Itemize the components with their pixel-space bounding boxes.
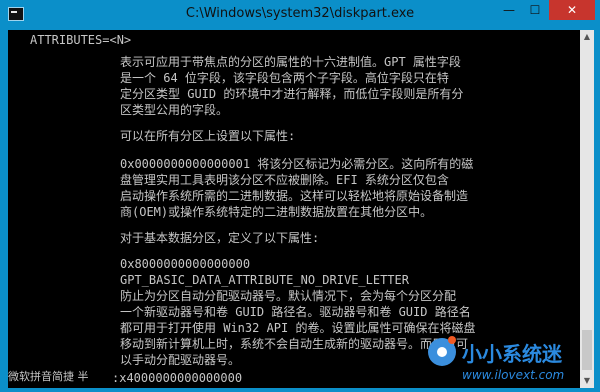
scroll-down-icon[interactable]: ▼ (580, 374, 594, 388)
console-line: 商(OEM)或操作系统特定的二进制数据放置在其他分区中。 (120, 205, 433, 219)
watermark-logo: 小小系统迷 www.ilovext.com (420, 336, 578, 388)
logo-icon (428, 336, 456, 366)
console-line: 一个新驱动器号和卷 GUID 路径名。驱动器号和卷 GUID 路径名 (120, 305, 471, 319)
console-line: 对于基本数据分区，定义了以下属性: (120, 231, 320, 245)
close-button[interactable]: ✕ (549, 0, 595, 20)
console-line: 可以在所有分区上设置以下属性: (120, 129, 296, 143)
logo-url: www.ilovext.com (462, 368, 565, 382)
console-line: :x4000000000000000 (112, 371, 243, 385)
maximize-button[interactable]: ☐ (522, 0, 548, 20)
console-line: 是一个 64 位字段，该字段包含两个子字段。高位字段只在特 (120, 71, 449, 85)
console-line: 启动操作系统所需的二进制数据。这样可以轻松地将原始设备制造 (120, 189, 469, 203)
title-bar[interactable]: C:\Windows\system32\diskpart.exe — ☐ ✕ (0, 0, 600, 30)
console-output[interactable]: ATTRIBUTES=<N> 表示可应用于带焦点的分区的属性的十六进制值。GPT… (8, 30, 580, 388)
console-line: 0x0000000000000001 将该分区标记为必需分区。这向所有的磁 (120, 157, 474, 171)
minimize-button[interactable]: — (496, 0, 522, 20)
ime-status: 微软拼音简捷 半 (8, 370, 89, 383)
scroll-thumb[interactable] (582, 330, 592, 370)
console-line: 0x8000000000000000 (120, 257, 251, 271)
console-line: 都可用于打开使用 Win32 API 的卷。设置此属性可确保在将磁盘 (120, 321, 476, 335)
console-line: 以手动分配驱动器号。 (120, 353, 241, 367)
console-line: 盘管理实用工具表明该分区不应被删除。EFI 系统分区仅包含 (120, 173, 449, 187)
console-line: 移动到新计算机上时，系统不会自动生成新的驱动器号。而用户可 (120, 337, 469, 351)
console-line: ATTRIBUTES=<N> (30, 33, 132, 47)
vertical-scrollbar[interactable]: ▲ ▼ (580, 30, 594, 388)
console-window: C:\Windows\system32\diskpart.exe — ☐ ✕ A… (0, 0, 600, 392)
scroll-up-icon[interactable]: ▲ (580, 30, 594, 44)
console-line: GPT_BASIC_DATA_ATTRIBUTE_NO_DRIVE_LETTER (120, 273, 409, 287)
logo-brand: 小小系统迷 (462, 342, 562, 366)
console-line: 区类型公用的字段。 (120, 103, 229, 117)
console-line: 表示可应用于带焦点的分区的属性的十六进制值。GPT 属性字段 (120, 55, 461, 69)
console-line: 定分区类型 GUID 的环境中才进行解释，而低位字段则是所有分 (120, 87, 464, 101)
console-line: 防止为分区自动分配驱动器号。默认情况下，会为每个分区分配 (120, 289, 457, 303)
